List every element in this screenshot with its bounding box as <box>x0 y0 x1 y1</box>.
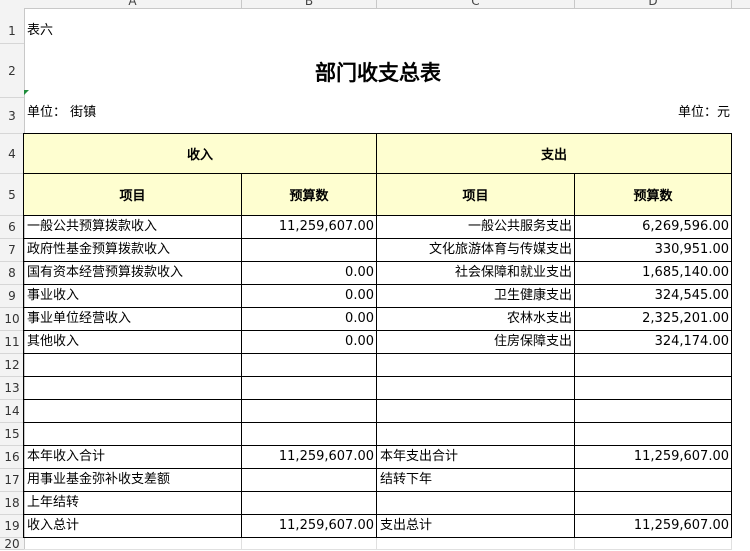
cell-unit-left[interactable]: 单位： 街镇 <box>24 98 377 134</box>
row-header-17[interactable]: 17 <box>0 469 24 492</box>
cell-expense-budget[interactable]: 6,269,596.00 <box>575 216 732 239</box>
cell-empty[interactable] <box>575 538 732 550</box>
cell-income-budget[interactable]: 11,259,607.00 <box>242 216 377 239</box>
cell-expense-item[interactable]: 一般公共服务支出 <box>377 216 575 239</box>
cell-income-budget[interactable]: 0.00 <box>242 285 377 308</box>
cell-income-item[interactable]: 用事业基金弥补收支差额 <box>24 469 242 492</box>
cell-expense-budget[interactable]: 1,685,140.00 <box>575 262 732 285</box>
cell-expense-item[interactable]: 结转下年 <box>377 469 575 492</box>
cell-empty[interactable] <box>377 538 575 550</box>
cell-income-item[interactable]: 其他收入 <box>24 331 242 354</box>
cell-expense-item[interactable] <box>377 400 575 423</box>
cell-table-label[interactable]: 表六 <box>24 18 242 44</box>
row-header-19[interactable]: 19 <box>0 515 24 538</box>
page-title[interactable]: 部门收支总表 <box>24 44 732 98</box>
row-header-6[interactable]: 6 <box>0 216 24 239</box>
cell-income-budget[interactable] <box>242 492 377 515</box>
cell-unit-right[interactable]: 单位：元 <box>575 98 732 134</box>
cell-income-budget[interactable]: 11,259,607.00 <box>242 446 377 469</box>
row-header-14[interactable]: 14 <box>0 400 24 423</box>
row-header-7[interactable]: 7 <box>0 239 24 262</box>
cell-expense-item[interactable]: 社会保障和就业支出 <box>377 262 575 285</box>
row-header-2[interactable]: 2 <box>0 44 24 98</box>
cell-empty[interactable] <box>242 538 377 550</box>
cell-income-item[interactable]: 事业单位经营收入 <box>24 308 242 331</box>
cell-income-item[interactable] <box>24 377 242 400</box>
row-header-3[interactable]: 3 <box>0 98 24 134</box>
column-header-b[interactable]: B <box>242 0 377 8</box>
row-header-10[interactable]: 10 <box>0 308 24 331</box>
row-header-18[interactable]: 18 <box>0 492 24 515</box>
cell-expense-budget[interactable] <box>575 400 732 423</box>
row-header-5[interactable]: 5 <box>0 174 24 216</box>
cell-expense-item[interactable]: 支出总计 <box>377 515 575 538</box>
cell-income-item[interactable]: 政府性基金预算拨款收入 <box>24 239 242 262</box>
header-budget-expense[interactable]: 预算数 <box>575 174 732 216</box>
cell-expense-budget[interactable] <box>575 469 732 492</box>
column-header-c[interactable]: C <box>377 0 575 8</box>
row-header-9[interactable]: 9 <box>0 285 24 308</box>
cell-expense-budget[interactable]: 324,545.00 <box>575 285 732 308</box>
header-budget-income[interactable]: 预算数 <box>242 174 377 216</box>
row-header-16[interactable]: 16 <box>0 446 24 469</box>
cell-expense-item[interactable]: 住房保障支出 <box>377 331 575 354</box>
cell-expense-item[interactable]: 本年支出合计 <box>377 446 575 469</box>
cell-income-item[interactable]: 本年收入合计 <box>24 446 242 469</box>
cell-income-item[interactable] <box>24 354 242 377</box>
cell-expense-budget[interactable]: 324,174.00 <box>575 331 732 354</box>
cell-income-budget[interactable]: 0.00 <box>242 262 377 285</box>
cell-income-budget[interactable]: 0.00 <box>242 331 377 354</box>
cell-income-item[interactable] <box>24 400 242 423</box>
cell-empty[interactable] <box>24 538 242 550</box>
cell-expense-budget[interactable]: 330,951.00 <box>575 239 732 262</box>
row-header-13[interactable]: 13 <box>0 377 24 400</box>
row-header-1[interactable]: 1 <box>0 18 24 44</box>
header-item-expense[interactable]: 项目 <box>377 174 575 216</box>
column-header-bar: A B C D <box>0 0 750 9</box>
cell-expense-item[interactable] <box>377 423 575 446</box>
row-header-8[interactable]: 8 <box>0 262 24 285</box>
header-item-income[interactable]: 项目 <box>24 174 242 216</box>
cell-expense-item[interactable] <box>377 492 575 515</box>
cell-income-item[interactable]: 收入总计 <box>24 515 242 538</box>
cell-income-item[interactable]: 事业收入 <box>24 285 242 308</box>
row-header-15[interactable]: 15 <box>0 423 24 446</box>
header-expense[interactable]: 支出 <box>377 134 732 174</box>
cell-expense-item[interactable]: 文化旅游体育与传媒支出 <box>377 239 575 262</box>
cell-expense-budget[interactable]: 11,259,607.00 <box>575 446 732 469</box>
cell-income-budget[interactable] <box>242 400 377 423</box>
cell-expense-budget[interactable] <box>575 377 732 400</box>
cell-expense-budget[interactable] <box>575 354 732 377</box>
cell-income-budget[interactable] <box>242 354 377 377</box>
cell-income-budget[interactable]: 11,259,607.00 <box>242 515 377 538</box>
cell-expense-budget[interactable] <box>575 423 732 446</box>
cell-expense-budget[interactable] <box>575 492 732 515</box>
cell-income-budget[interactable]: 0.00 <box>242 308 377 331</box>
cell-income-item[interactable]: 上年结转 <box>24 492 242 515</box>
cell-income-item[interactable] <box>24 423 242 446</box>
cell-income-budget[interactable] <box>242 239 377 262</box>
row-header-12[interactable]: 12 <box>0 354 24 377</box>
cell-expense-item[interactable]: 卫生健康支出 <box>377 285 575 308</box>
row-header-11[interactable]: 11 <box>0 331 24 354</box>
cell-expense-budget[interactable]: 11,259,607.00 <box>575 515 732 538</box>
cell-income-item[interactable]: 一般公共预算拨款收入 <box>24 216 242 239</box>
cell-expense-item[interactable] <box>377 377 575 400</box>
cell-expense-item[interactable] <box>377 354 575 377</box>
column-header-a[interactable]: A <box>24 0 242 8</box>
comment-indicator-icon <box>24 90 29 95</box>
cell-income-budget[interactable] <box>242 469 377 492</box>
header-income[interactable]: 收入 <box>24 134 377 174</box>
row-header-4[interactable]: 4 <box>0 134 24 174</box>
cell-income-item[interactable]: 国有资本经营预算拨款收入 <box>24 262 242 285</box>
column-header-d[interactable]: D <box>575 0 732 8</box>
cell-income-budget[interactable] <box>242 423 377 446</box>
row-header-20[interactable]: 20 <box>0 538 24 550</box>
cell-expense-item[interactable]: 农林水支出 <box>377 308 575 331</box>
cell-expense-budget[interactable]: 2,325,201.00 <box>575 308 732 331</box>
cell-income-budget[interactable] <box>242 377 377 400</box>
